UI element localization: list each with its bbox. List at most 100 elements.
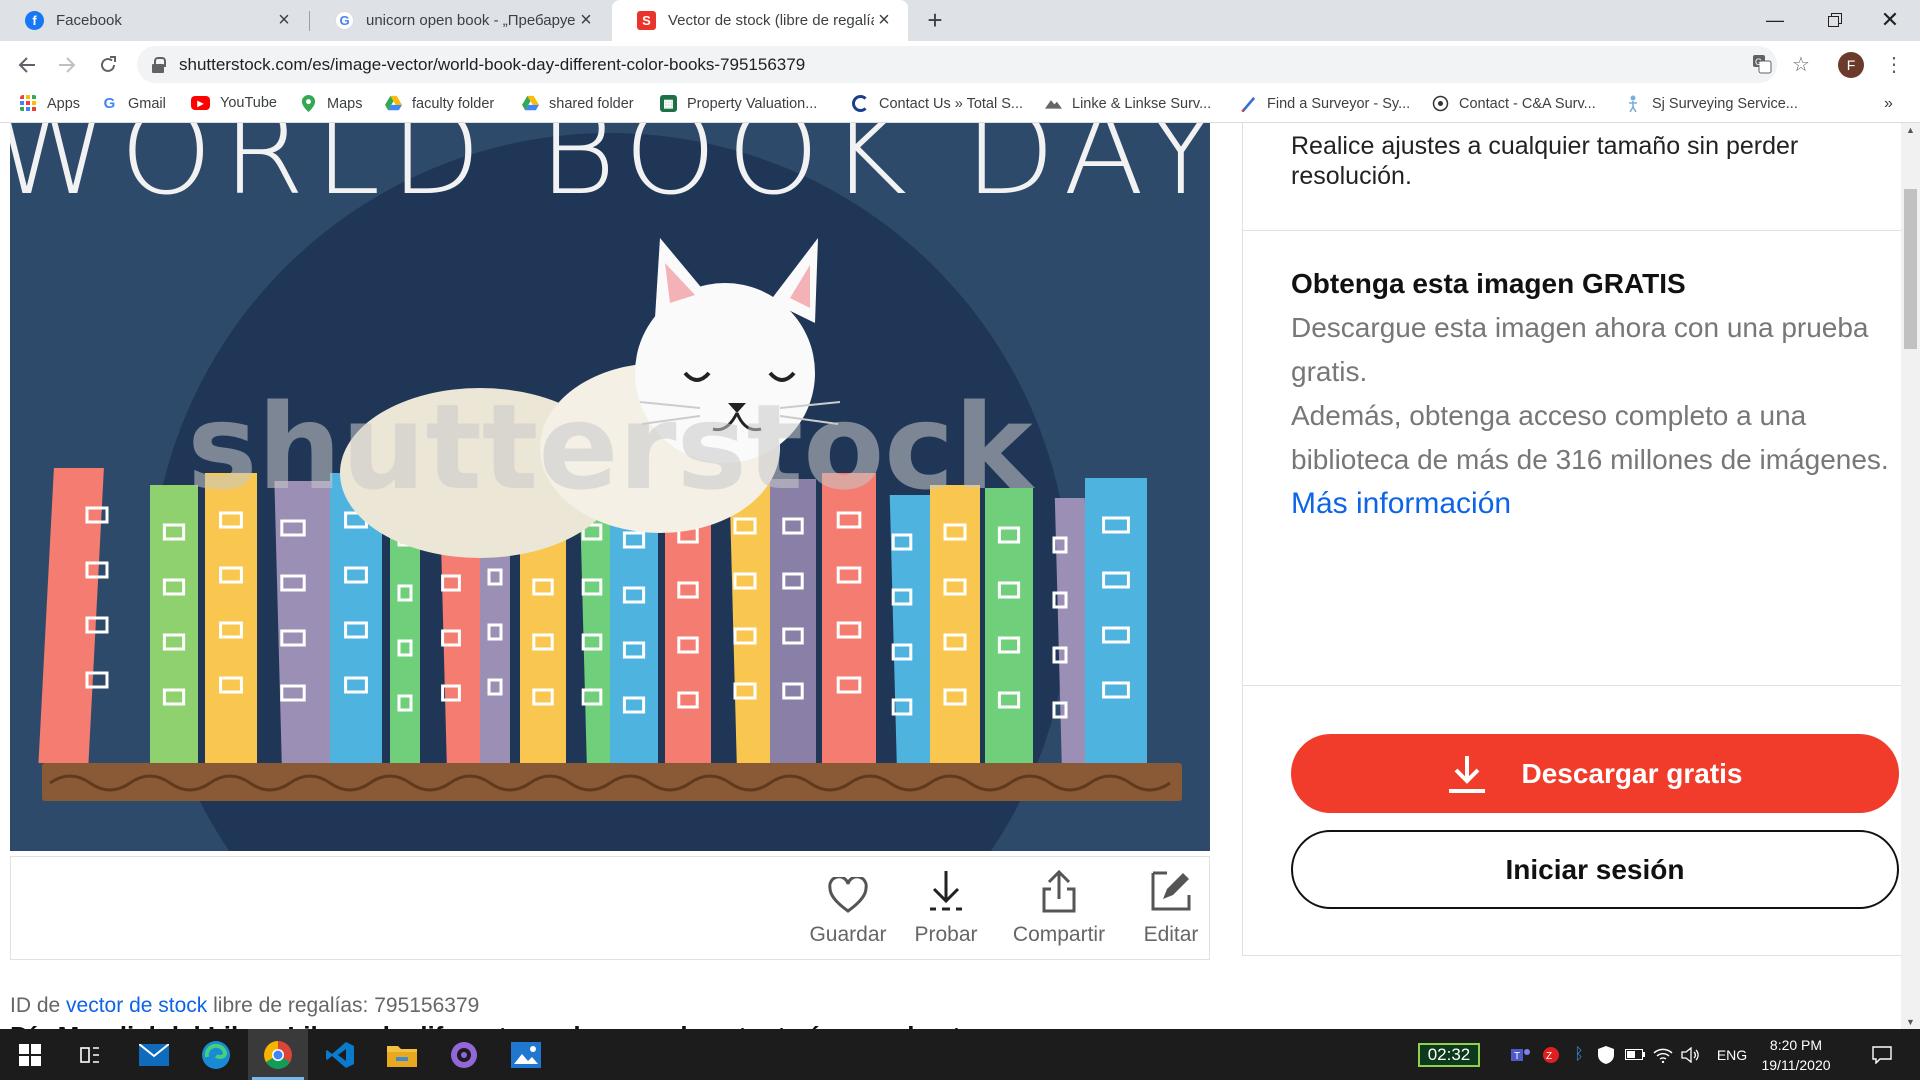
address-bar[interactable]: shutterstock.com/es/image-vector/world-b…: [137, 46, 1777, 83]
windows-taskbar: 02:32 T Z ᛒ ENG 8:20 PM 19/11/2020: [0, 1029, 1920, 1080]
free-offer-section: Obtenga esta imagen GRATIS Descargue est…: [1243, 231, 1903, 686]
free-offer-title: Obtenga esta imagen GRATIS: [1291, 268, 1686, 299]
forward-button[interactable]: [51, 49, 83, 81]
stock-vector-link[interactable]: vector de stock: [66, 994, 207, 1017]
mail-app-icon[interactable]: [124, 1029, 184, 1080]
menu-dots-icon[interactable]: ⋮: [1880, 50, 1908, 78]
download-free-button[interactable]: Descargar gratis: [1291, 734, 1899, 813]
image-id-caption: ID de vector de stock libre de regalías:…: [10, 994, 479, 1018]
wifi-icon[interactable]: [1650, 1029, 1676, 1080]
browser-toolbar: shutterstock.com/es/image-vector/world-b…: [0, 41, 1920, 88]
bookmark-label: Contact - C&A Surv...: [1459, 95, 1596, 112]
scroll-thumb[interactable]: [1904, 189, 1917, 349]
bookmark-contact-ca[interactable]: Contact - C&A Surv...: [1432, 95, 1596, 112]
chrome-browser-icon[interactable]: [248, 1029, 308, 1080]
shutterstock-icon: S: [637, 11, 656, 30]
more-info-link[interactable]: Más información: [1291, 482, 1903, 526]
bookmark-label: YouTube: [220, 95, 277, 111]
language-indicator[interactable]: ENG: [1712, 1029, 1752, 1080]
windows-logo-icon: [19, 1043, 41, 1066]
restore-button[interactable]: [1805, 0, 1865, 40]
file-explorer-icon[interactable]: [372, 1029, 432, 1080]
vscode-icon[interactable]: [310, 1029, 370, 1080]
bookmark-apps[interactable]: Apps: [20, 95, 80, 112]
edge-browser-icon[interactable]: [186, 1029, 246, 1080]
antivirus-tray-icon[interactable]: Z: [1538, 1029, 1564, 1080]
bookmark-sj-surveying[interactable]: Sj Surveying Service...: [1625, 95, 1798, 112]
action-label: Guardar: [809, 923, 887, 946]
bookmark-property-valuation[interactable]: ▦ Property Valuation...: [660, 95, 817, 112]
image-action-bar: Guardar Probar Compartir Editar: [10, 856, 1210, 960]
facebook-icon: f: [25, 11, 44, 30]
browser-tab-strip: f Facebook × G unicorn open book - „Преб…: [0, 0, 1920, 41]
clock[interactable]: 8:20 PM 19/11/2020: [1754, 1035, 1838, 1075]
book-spine: [1085, 478, 1147, 763]
back-button[interactable]: [11, 49, 43, 81]
tab-facebook[interactable]: f Facebook ×: [0, 0, 308, 41]
security-shield-icon[interactable]: [1594, 1029, 1618, 1080]
stock-image[interactable]: WORLD BOOK DAY shutterstock: [10, 123, 1210, 851]
start-button[interactable]: [0, 1029, 60, 1080]
tab-shutterstock[interactable]: S Vector de stock (libre de regalías ×: [612, 0, 908, 41]
lock-icon: [151, 56, 166, 73]
task-view-button[interactable]: [60, 1029, 120, 1080]
action-label: Probar: [914, 923, 978, 946]
profile-avatar[interactable]: F: [1838, 52, 1864, 78]
more-bookmarks-chevron-icon[interactable]: »: [1884, 95, 1893, 113]
scroll-down-arrow-icon[interactable]: ▼: [1901, 1015, 1920, 1029]
bookmark-maps[interactable]: Maps: [300, 95, 362, 112]
share-action-button[interactable]: Compartir: [1004, 867, 1114, 947]
try-download-button[interactable]: Probar: [891, 867, 1001, 947]
arrow-left-icon: [18, 57, 35, 73]
youtube-icon: ▶: [191, 96, 210, 110]
bookmark-gmail[interactable]: G Gmail: [101, 95, 166, 112]
book-spine: [822, 473, 876, 763]
heart-icon: [828, 877, 868, 913]
close-window-button[interactable]: ✕: [1860, 0, 1920, 40]
volume-icon[interactable]: [1678, 1029, 1704, 1080]
bookmark-contact-us-total[interactable]: Contact Us » Total S...: [852, 95, 1023, 112]
bluetooth-icon[interactable]: ᛒ: [1568, 1029, 1590, 1080]
translate-icon[interactable]: G: [1748, 50, 1776, 78]
bookmark-linke-linkse[interactable]: Linke & Linkse Surv...: [1045, 95, 1211, 112]
download-icon: [1449, 755, 1486, 793]
bookmark-label: Linke & Linkse Surv...: [1072, 95, 1212, 112]
tab-google-search[interactable]: G unicorn open book - „Пребаруе ×: [310, 0, 610, 41]
github-desktop-icon[interactable]: [434, 1029, 494, 1080]
caption-prefix: ID de: [10, 994, 61, 1017]
tab-close-icon[interactable]: ×: [576, 9, 596, 32]
save-action-button[interactable]: Guardar: [793, 867, 903, 947]
bookmark-shared-folder[interactable]: shared folder: [522, 95, 634, 112]
teams-tray-icon[interactable]: T: [1508, 1029, 1534, 1080]
illustration-title: WORLD BOOK DAY: [10, 123, 1210, 221]
clock-time: 8:20 PM: [1769, 1037, 1823, 1053]
notifications-icon[interactable]: [1862, 1029, 1902, 1080]
photos-app-icon[interactable]: [496, 1029, 556, 1080]
bookmark-youtube[interactable]: ▶ YouTube: [191, 95, 277, 111]
bookmark-find-surveyor[interactable]: Find a Surveyor - Sy...: [1240, 95, 1410, 112]
book-spine: [205, 473, 257, 763]
reload-icon: [101, 56, 116, 72]
google-drive-icon: [385, 95, 402, 111]
tab-title: Facebook: [56, 12, 122, 29]
edit-action-button[interactable]: Editar: [1116, 867, 1226, 947]
bookmark-star-icon[interactable]: ☆: [1787, 50, 1815, 78]
tab-close-icon[interactable]: ×: [274, 9, 294, 32]
minimize-button[interactable]: —: [1745, 0, 1805, 40]
spreadsheet-icon: ▦: [660, 95, 677, 112]
login-button-label: Iniciar sesión: [1505, 853, 1685, 885]
tab-close-icon[interactable]: ×: [874, 9, 894, 32]
login-button[interactable]: Iniciar sesión: [1291, 830, 1899, 909]
bookmark-faculty-folder[interactable]: faculty folder: [385, 95, 494, 112]
timer-widget[interactable]: 02:32: [1418, 1043, 1480, 1067]
mountain-logo-icon: [1045, 100, 1062, 109]
bookmark-label: faculty folder: [412, 95, 495, 112]
reload-button[interactable]: [92, 49, 124, 81]
download-button-label: Descargar gratis: [1521, 757, 1743, 789]
edit-icon: [1151, 871, 1191, 911]
svg-text:G: G: [1755, 57, 1762, 67]
battery-icon[interactable]: [1622, 1029, 1648, 1080]
scroll-up-arrow-icon[interactable]: ▲: [1901, 123, 1920, 137]
new-tab-button[interactable]: +: [920, 6, 950, 36]
page-scrollbar[interactable]: ▲ ▼: [1901, 123, 1920, 1029]
